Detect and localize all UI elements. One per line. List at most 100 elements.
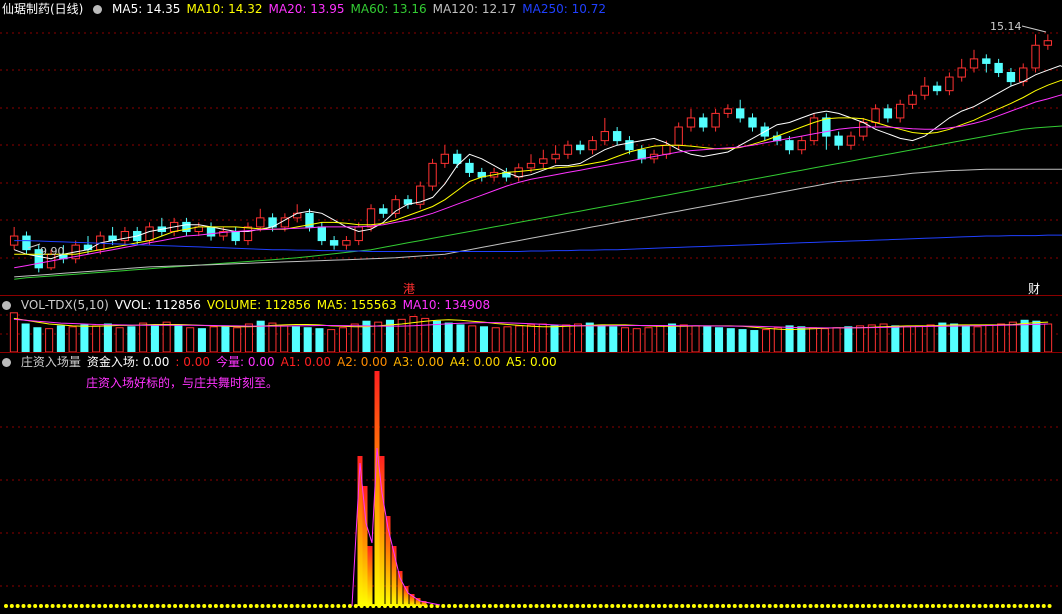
zero-dot [1024,604,1029,608]
volume-bar [303,327,312,353]
settings-icon[interactable] [93,5,103,14]
volume-bar [809,327,818,353]
zero-dot [691,604,696,608]
zero-dot [1018,604,1023,608]
volume-bar [550,325,559,353]
legend-ma-3: MA60: 13.16 [350,2,427,16]
price-pane[interactable]: 仙琚制药(日线) MA5: 14.35 MA10: 14.32 MA20: 13.9… [0,0,1062,296]
zero-dot [656,604,661,608]
zero-dot [91,604,96,608]
volume-bar [715,327,724,353]
volume-bar [668,323,677,353]
candle-body [932,85,942,92]
legend-ma-0: MA5: 14.35 [112,2,181,16]
volume-bar [221,325,230,353]
zero-dot [44,604,49,608]
volume-bar [632,328,641,353]
volume-bar [562,324,571,353]
zero-dot [796,604,801,608]
indicator-chart[interactable] [0,353,1062,614]
zero-dot [855,604,860,608]
volume-bar [597,324,606,353]
candle-body [1006,72,1016,83]
zero-dot [283,604,288,608]
volume-bar [327,329,336,353]
zero-dot [954,604,959,608]
legend-ind-6: A3: 0.00 [393,355,444,369]
volume-header: VOL-TDX(5,10) VVOL: 112856 VOLUME: 112856 M… [2,297,502,313]
zero-dot [79,604,84,608]
volume-bar [1044,323,1053,353]
zero-dot [493,604,498,608]
indicator-pane[interactable]: 庄资入场量 资金入场: 0.00: 0.00 今量: 0.00 A1: 0.00 A2:… [0,353,1062,614]
legend-ind-7: A4: 0.00 [449,355,501,369]
volume-bar [291,326,300,353]
legend-vol-3: MA5: 155563 [316,298,397,312]
zero-dot [849,604,854,608]
volume-bar [691,325,700,353]
zero-dot [324,604,329,608]
zero-dot [62,604,67,608]
volume-bar [985,324,994,353]
zero-dot [709,604,714,608]
candle-body [206,226,216,237]
zero-dot [114,604,119,608]
zero-dot [668,604,673,608]
zero-dot [715,604,720,608]
volume-pane[interactable]: VOL-TDX(5,10) VVOL: 112856 VOLUME: 112856 M… [0,296,1062,353]
zero-dot [697,604,702,608]
zero-dot [15,604,20,608]
price-chart[interactable] [0,0,1062,296]
candle-body [699,117,708,128]
zero-dot [50,604,55,608]
price-header: 仙琚制药(日线) MA5: 14.35 MA10: 14.32 MA20: 13.9… [2,1,618,17]
candle-body [822,117,831,137]
zero-dot [190,604,195,608]
zero-dot [138,604,143,608]
zero-dot [732,604,737,608]
legend-ind-4: A1: 0.00 [280,355,331,369]
event-flag-finance[interactable]: 财 [1028,280,1040,296]
candle-body [1019,67,1028,83]
zero-dot [930,604,935,608]
settings-icon[interactable] [2,358,11,367]
zero-dot [458,604,463,608]
candle-body [859,121,868,137]
zero-dot [913,604,918,608]
volume-bar [656,325,665,353]
volume-bar [268,322,277,353]
legend-ind-0: 庄资入场量 [20,355,81,369]
candle-body [465,162,474,173]
zero-dot [581,604,586,608]
volume-bar [573,323,583,353]
zero-dot [610,604,615,608]
candle-body [576,144,585,151]
legend-ma-1: MA10: 14.32 [186,2,263,16]
legend-vol-4: MA10: 134908 [402,298,491,312]
event-flag-hk[interactable]: 港 [403,280,415,296]
zero-dot [866,604,871,608]
zero-dot [231,604,236,608]
candle-body [748,117,757,128]
volume-bar [92,325,101,353]
volume-bar [515,325,524,353]
zero-dot [21,604,26,608]
candle-body [256,217,265,228]
zero-dot [540,604,545,608]
volume-bar [797,326,806,353]
zero-dot [598,604,603,608]
volume-bar [609,326,618,353]
zero-dot [808,604,813,608]
zero-dot [872,604,877,608]
zero-dot [289,604,294,608]
candle-body [612,131,622,142]
zero-dot [56,604,61,608]
volume-bar [773,327,782,353]
ma-line-ma20 [14,94,1062,269]
legend-ma-2: MA20: 13.95 [268,2,345,16]
volume-bar [903,326,912,353]
zero-dot [108,604,113,608]
settings-icon[interactable] [2,301,11,310]
zero-dot [295,604,300,608]
zero-dot [557,604,562,608]
